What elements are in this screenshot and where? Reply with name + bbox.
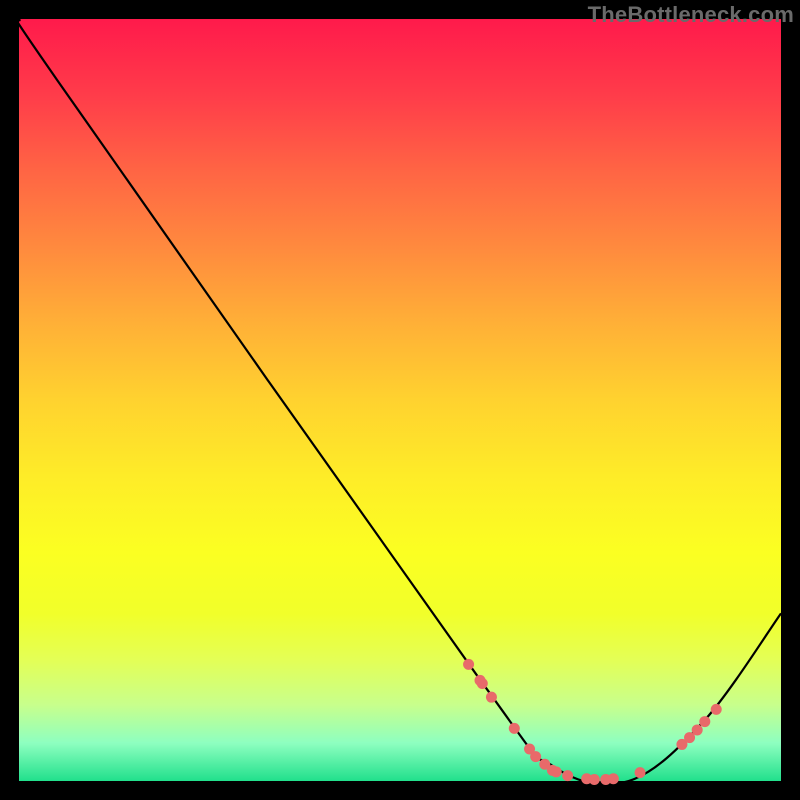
chart-marker bbox=[551, 766, 562, 777]
chart-marker bbox=[509, 723, 520, 734]
chart-marker bbox=[699, 716, 710, 727]
chart-marker bbox=[477, 678, 488, 689]
chart-marker bbox=[562, 770, 573, 781]
chart-marker bbox=[486, 692, 497, 703]
chart-marker bbox=[692, 724, 703, 735]
chart-marker bbox=[711, 704, 722, 715]
chart-marker bbox=[589, 774, 600, 785]
chart-markers bbox=[463, 659, 722, 785]
chart-marker bbox=[463, 659, 474, 670]
chart-marker bbox=[530, 751, 541, 762]
chart-curve bbox=[12, 12, 781, 784]
chart-svg bbox=[19, 19, 781, 781]
chart-marker bbox=[635, 767, 646, 778]
chart-marker bbox=[608, 773, 619, 784]
